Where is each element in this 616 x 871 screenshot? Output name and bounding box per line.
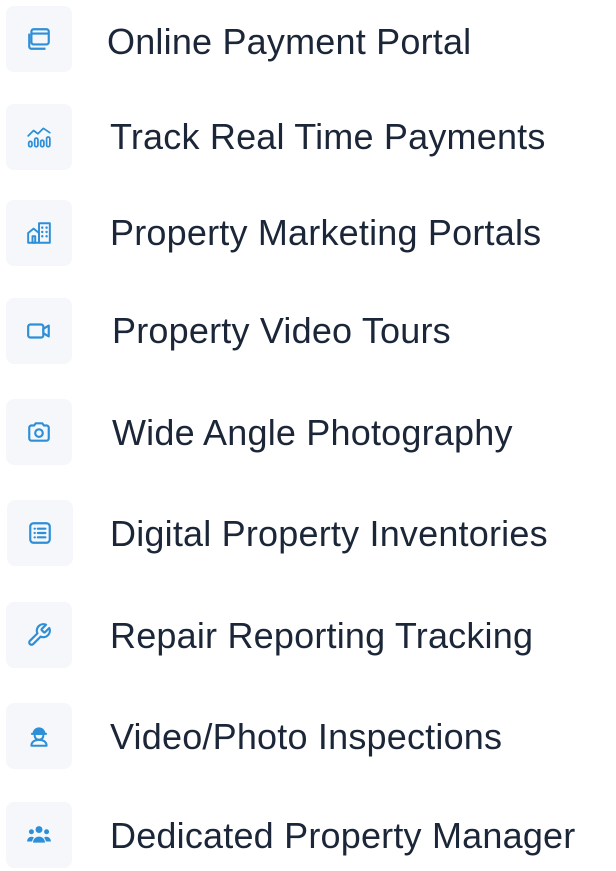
checklist-icon — [27, 520, 53, 546]
icon-box — [6, 602, 72, 668]
feature-label: Dedicated Property Manager — [110, 815, 576, 856]
browser-window-icon — [26, 26, 52, 52]
feature-item-repair-reporting-tracking: Repair Reporting Tracking — [0, 601, 616, 671]
buildings-icon — [26, 220, 52, 246]
feature-list: Online Payment Portal Track Real Time Pa… — [0, 0, 616, 868]
feature-label: Online Payment Portal — [107, 21, 472, 62]
icon-box — [6, 6, 72, 72]
analytics-chart-icon — [26, 124, 52, 150]
feature-label: Repair Reporting Tracking — [110, 615, 534, 656]
video-camera-icon — [26, 318, 52, 344]
feature-item-video-photo-inspections: Video/Photo Inspections — [0, 702, 616, 772]
icon-box — [6, 298, 72, 364]
hard-hat-worker-icon — [26, 723, 52, 749]
feature-item-online-payment-portal: Online Payment Portal — [0, 5, 616, 75]
wrench-icon — [26, 622, 52, 648]
feature-item-dedicated-property-manager: Dedicated Property Manager — [0, 801, 616, 871]
feature-label: Property Video Tours — [112, 310, 451, 351]
icon-box — [6, 200, 72, 266]
camera-icon — [26, 419, 52, 445]
icon-box — [7, 500, 73, 566]
feature-item-property-video-tours: Property Video Tours — [0, 297, 616, 367]
icon-box — [6, 802, 72, 868]
feature-item-wide-angle-photography: Wide Angle Photography — [0, 398, 616, 468]
icon-box — [6, 104, 72, 170]
feature-item-digital-property-inventories: Digital Property Inventories — [0, 499, 616, 569]
feature-label: Property Marketing Portals — [110, 212, 542, 253]
feature-label: Track Real Time Payments — [110, 116, 546, 157]
feature-label: Video/Photo Inspections — [110, 716, 503, 757]
feature-label: Wide Angle Photography — [112, 412, 513, 453]
feature-label: Digital Property Inventories — [110, 513, 548, 554]
icon-box — [6, 703, 72, 769]
icon-box — [6, 399, 72, 465]
feature-item-property-marketing-portals: Property Marketing Portals — [0, 199, 616, 269]
feature-item-track-real-time-payments: Track Real Time Payments — [0, 103, 616, 173]
team-users-icon — [26, 822, 52, 848]
